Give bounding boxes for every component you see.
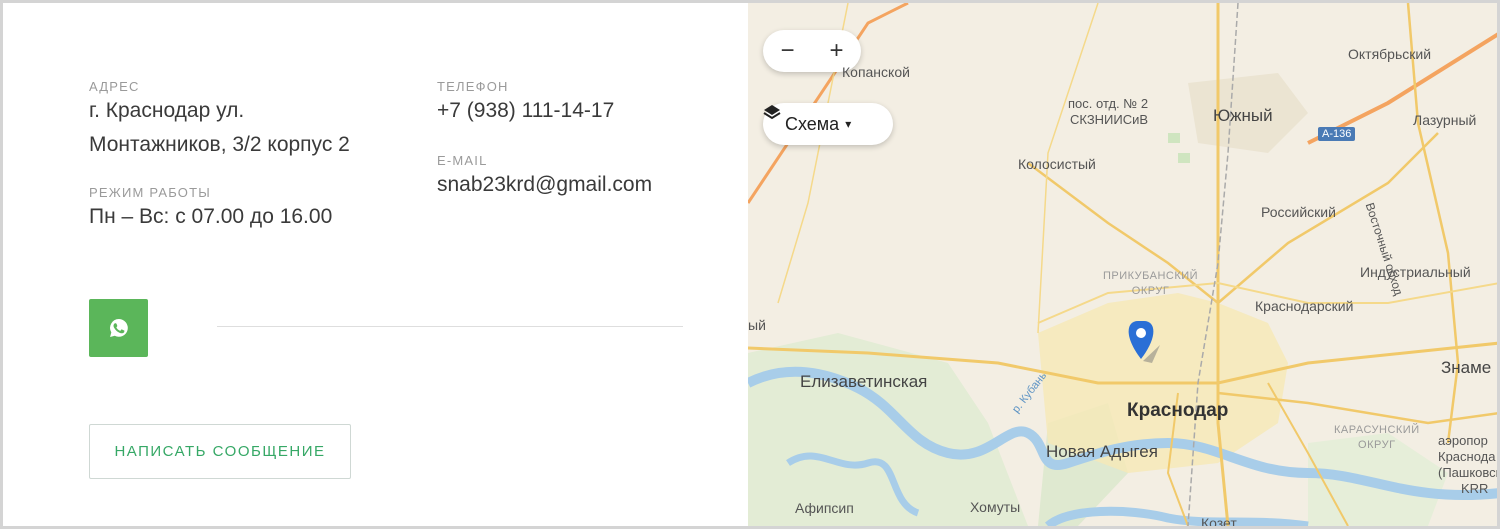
map-label-a136: А-136 <box>1318 127 1356 141</box>
map-view[interactable]: − + Схема ▾ Копанской пос. отд. № 2 СКЗН… <box>748 3 1500 526</box>
map-label-kolosisty: Колосистый <box>1018 156 1096 172</box>
map-label-prikubansky-1: ПРИКУБАНСКИЙ <box>1103 270 1199 282</box>
map-label-khomuty: Хомуты <box>970 499 1021 515</box>
contacts-panel: АДРЕС г. Краснодар ул. Монтажников, 3/2 … <box>3 3 751 526</box>
map-label-prikubansky-2: ОКРУГ <box>1131 285 1170 297</box>
map-label-airport-4: KRR <box>1460 481 1489 496</box>
map-label-industrialny: Индустриальный <box>1360 264 1471 280</box>
map-label-left-edge: ый <box>748 317 766 333</box>
map-label-airport-1: аэропор <box>1438 433 1488 448</box>
map-label-kopanskoy: Копанской <box>842 64 910 80</box>
map-label-krasnodarsky: Краснодарский <box>1255 298 1354 314</box>
whatsapp-button[interactable] <box>89 299 148 357</box>
contacts-widget: АДРЕС г. Краснодар ул. Монтажников, 3/2 … <box>0 0 1500 529</box>
map-layers-button[interactable]: Схема ▾ <box>763 103 893 145</box>
divider-line <box>217 326 683 327</box>
hours-label: РЕЖИМ РАБОТЫ <box>89 185 211 200</box>
write-message-button[interactable]: НАПИСАТЬ СООБЩЕНИЕ <box>89 424 351 479</box>
phone-label: ТЕЛЕФОН <box>437 79 509 94</box>
map-label-karasunsky: КАРАСУНСКИЙ ОКРУГ <box>1334 423 1420 453</box>
map-label-airport: аэропор Краснода (Пашковск KRR <box>1438 433 1500 497</box>
layers-label: Схема <box>785 113 840 134</box>
layers-icon <box>763 105 781 120</box>
map-label-skzniisiv: СКЗНИИСиВ <box>1070 112 1149 127</box>
address-label: АДРЕС <box>89 79 140 94</box>
map-label-lazurny: Лазурный <box>1413 112 1477 128</box>
address-line-1: г. Краснодар ул. <box>89 99 245 122</box>
map-label-kozet: Козет <box>1201 515 1237 526</box>
whatsapp-icon <box>109 319 128 337</box>
address-line-2: Монтажников, 3/2 корпус 2 <box>89 133 350 156</box>
email-label: E-MAIL <box>437 153 488 168</box>
map-label-airport-2: Краснода <box>1438 449 1496 464</box>
map-label-elizavetinskaya: Елизаветинская <box>800 372 928 391</box>
map-label-rossiysky: Российский <box>1261 204 1336 220</box>
hours-value: Пн – Вс: с 07.00 до 16.00 <box>89 205 333 228</box>
phone-value[interactable]: +7 (938) 111-14-17 <box>437 93 614 128</box>
email-value[interactable]: snab23krd@gmail.com <box>437 167 652 202</box>
zoom-out-button[interactable]: − <box>763 30 812 72</box>
map-label-karasunsky-2: ОКРУГ <box>1358 439 1396 451</box>
map-label-nova-adygeya: Новая Адыгея <box>1046 442 1158 461</box>
map-label-prikubansky: ПРИКУБАНСКИЙ ОКРУГ <box>1103 269 1198 299</box>
map-label-airport-3: (Пашковск <box>1438 465 1500 480</box>
map-label-krasnodar: Краснодар <box>1127 400 1229 421</box>
chevron-down-icon: ▾ <box>845 117 852 131</box>
map-label-karasunsky-1: КАРАСУНСКИЙ <box>1334 424 1420 436</box>
map-label-yuzhny: Южный <box>1213 106 1273 125</box>
map-label-afipsip: Афипсип <box>795 500 854 516</box>
map-label-znamensky: Знаме <box>1441 358 1492 377</box>
map-label-pos-otd: пос. отд. № 2 <box>1068 96 1149 111</box>
map-label-oktyabrsky: Октябрьский <box>1348 46 1432 62</box>
